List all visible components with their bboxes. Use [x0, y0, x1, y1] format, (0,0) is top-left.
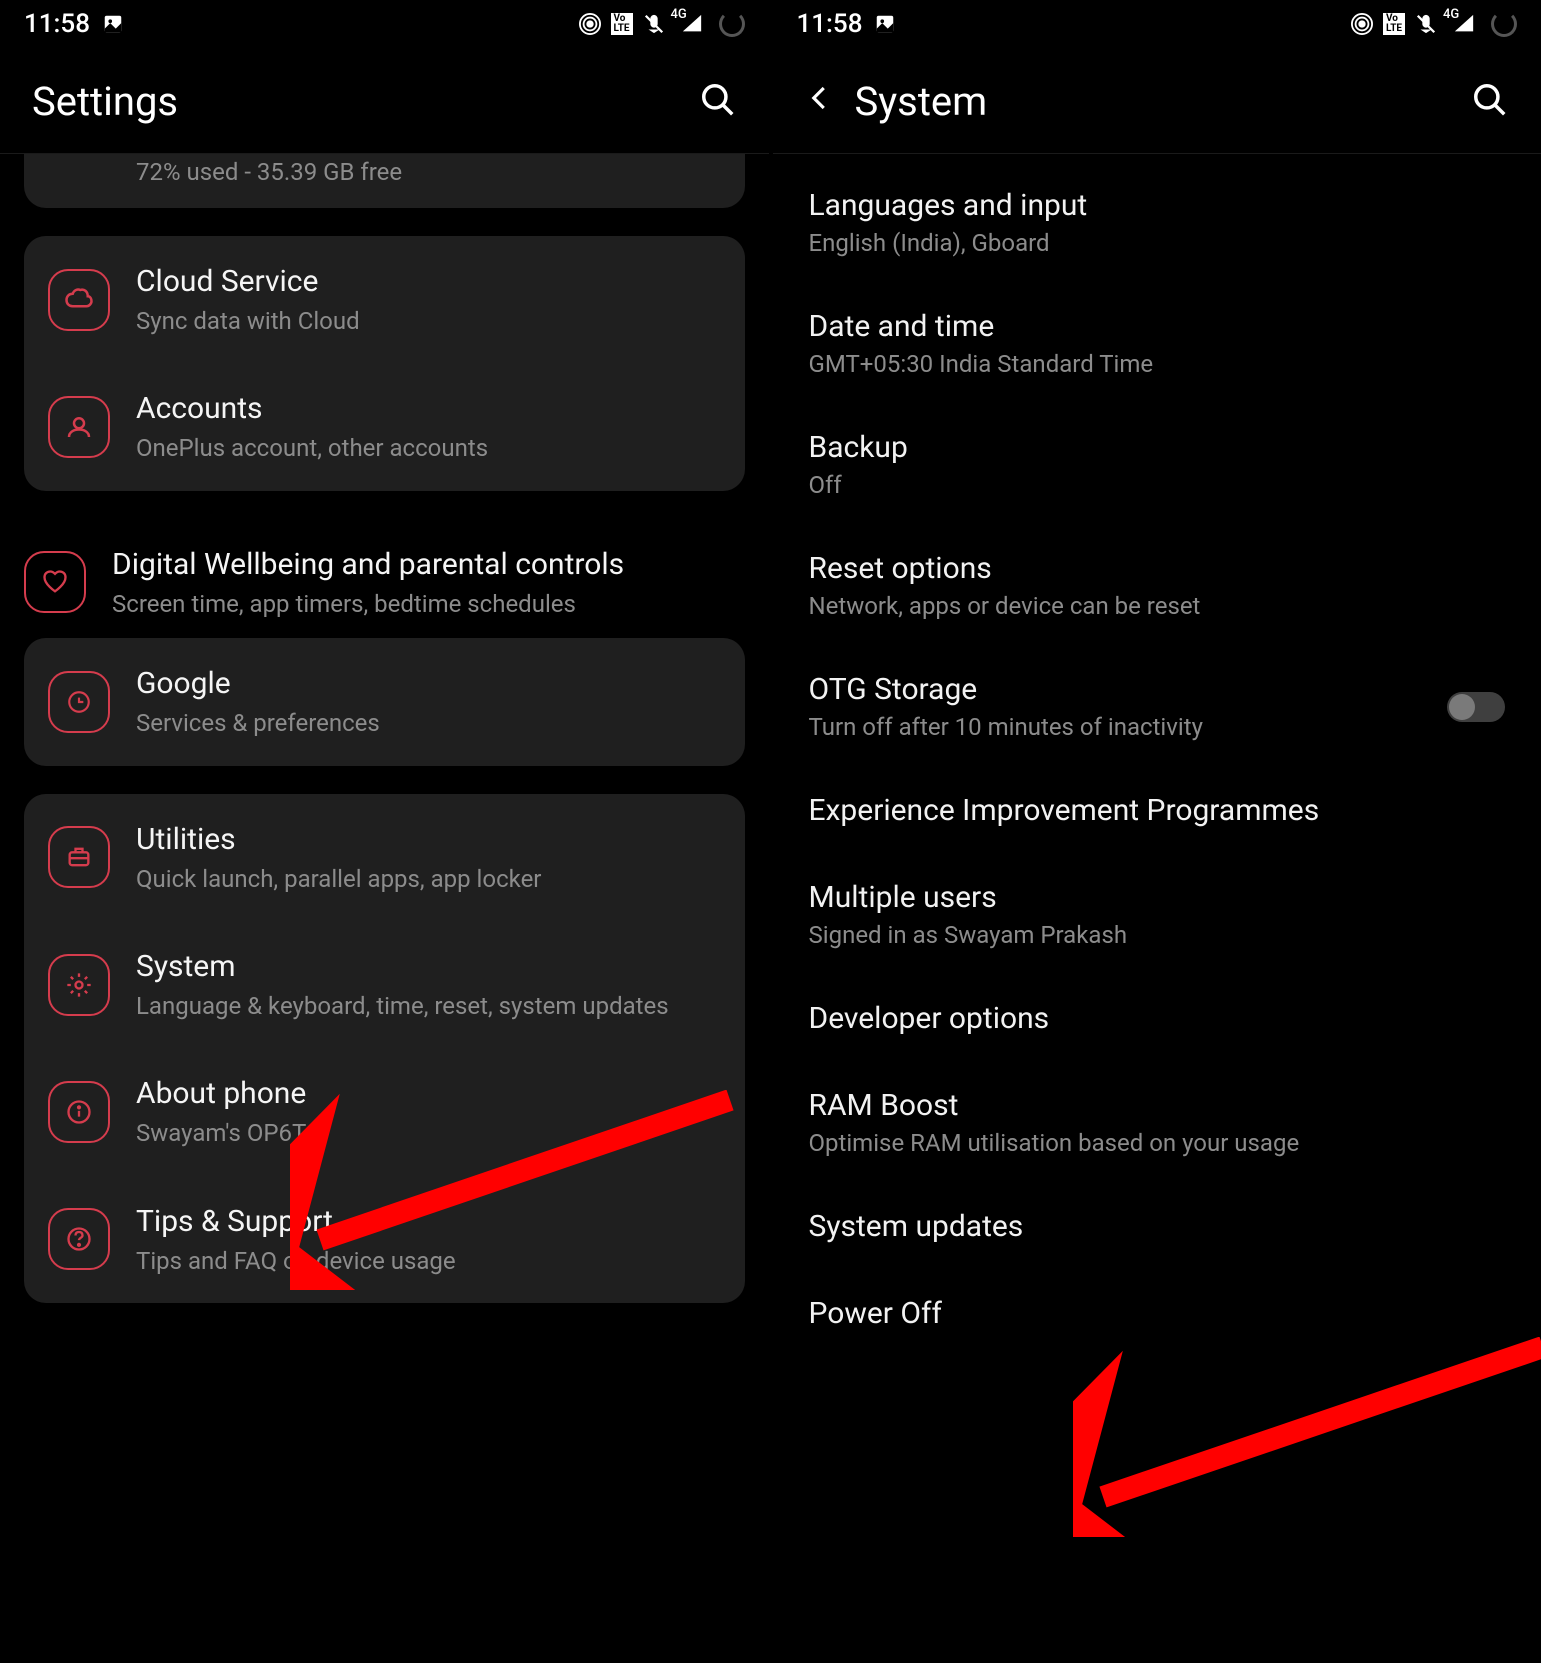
loading-spinner-icon	[719, 11, 745, 37]
users-title: Multiple users	[809, 880, 1486, 915]
google-group: Google Services & preferences	[24, 638, 745, 765]
volte-icon: VoLTE	[1383, 13, 1405, 35]
backup-title: Backup	[809, 430, 1486, 465]
settings-header: Settings	[0, 48, 769, 154]
power-off-item[interactable]: Power Off	[773, 1270, 1541, 1357]
toolbox-icon	[48, 826, 110, 888]
heart-icon	[24, 551, 86, 613]
google-title: Google	[136, 664, 721, 703]
gear-icon	[48, 954, 110, 1016]
lang-sub: English (India), Gboard	[809, 229, 1486, 257]
image-icon	[874, 13, 896, 35]
status-time: 11:58	[797, 9, 863, 39]
system-title: System	[136, 947, 721, 986]
hotspot-icon	[579, 13, 601, 35]
hotspot-icon	[1351, 13, 1373, 35]
multiple-users-item[interactable]: Multiple users Signed in as Swayam Praka…	[773, 854, 1541, 975]
tips-support-item[interactable]: Tips & Support Tips and FAQ on device us…	[24, 1176, 745, 1303]
mute-icon	[1415, 13, 1437, 35]
updates-title: System updates	[809, 1209, 1486, 1244]
system-header: System	[773, 48, 1541, 154]
system-updates-item[interactable]: System updates	[773, 1183, 1541, 1270]
volte-icon: VoLTE	[611, 13, 633, 35]
mute-icon	[643, 13, 665, 35]
tips-title: Tips & Support	[136, 1202, 721, 1241]
status-time: 11:58	[24, 9, 90, 39]
utilities-title: Utilities	[136, 820, 721, 859]
system-group: Utilities Quick launch, parallel apps, a…	[24, 794, 745, 1304]
back-button[interactable]	[805, 83, 835, 120]
google-sub: Services & preferences	[136, 707, 721, 739]
phone-system: 11:58 VoLTE 4G System	[773, 0, 1541, 1663]
cloud-title: Cloud Service	[136, 262, 721, 301]
digital-wellbeing-item[interactable]: Digital Wellbeing and parental controls …	[24, 519, 745, 646]
otg-sub: Turn off after 10 minutes of inactivity	[809, 713, 1428, 741]
developer-options-item[interactable]: Developer options	[773, 975, 1541, 1062]
cloud-service-item[interactable]: Cloud Service Sync data with Cloud	[24, 236, 745, 363]
loading-spinner-icon	[1491, 11, 1517, 37]
search-button[interactable]	[1471, 81, 1509, 123]
cloud-icon	[48, 269, 110, 331]
page-title: System	[855, 78, 988, 125]
google-item[interactable]: Google Services & preferences	[24, 638, 745, 765]
reset-options-item[interactable]: Reset options Network, apps or device ca…	[773, 525, 1541, 646]
accounts-sub: OnePlus account, other accounts	[136, 432, 721, 464]
signal-icon: 4G	[675, 13, 709, 35]
otg-storage-item[interactable]: OTG Storage Turn off after 10 minutes of…	[773, 646, 1541, 767]
power-title: Power Off	[809, 1296, 1486, 1331]
utilities-sub: Quick launch, parallel apps, app locker	[136, 863, 721, 895]
tips-sub: Tips and FAQ on device usage	[136, 1245, 721, 1277]
date-time-item[interactable]: Date and time GMT+05:30 India Standard T…	[773, 283, 1541, 404]
image-icon	[102, 13, 124, 35]
storage-card-partial[interactable]: 72% used - 35.39 GB free	[24, 154, 745, 208]
about-sub: Swayam's OP6T	[136, 1117, 721, 1149]
google-icon	[48, 671, 110, 733]
reset-title: Reset options	[809, 551, 1486, 586]
otg-title: OTG Storage	[809, 672, 1428, 707]
users-sub: Signed in as Swayam Prakash	[809, 921, 1486, 949]
help-icon	[48, 1208, 110, 1270]
utilities-item[interactable]: Utilities Quick launch, parallel apps, a…	[24, 794, 745, 921]
storage-subtitle: 72% used - 35.39 GB free	[24, 154, 745, 208]
system-item[interactable]: System Language & keyboard, time, reset,…	[24, 921, 745, 1048]
info-icon	[48, 1081, 110, 1143]
accounts-group: Cloud Service Sync data with Cloud Accou…	[24, 236, 745, 491]
accounts-title: Accounts	[136, 389, 721, 428]
about-phone-item[interactable]: About phone Swayam's OP6T	[24, 1048, 745, 1175]
signal-icon: 4G	[1447, 13, 1481, 35]
page-title: Settings	[32, 78, 178, 125]
languages-input-item[interactable]: Languages and input English (India), Gbo…	[773, 162, 1541, 283]
status-bar: 11:58 VoLTE 4G	[773, 0, 1541, 48]
backup-sub: Off	[809, 471, 1486, 499]
system-sub: Language & keyboard, time, reset, system…	[136, 990, 721, 1022]
cloud-sub: Sync data with Cloud	[136, 305, 721, 337]
experience-programmes-item[interactable]: Experience Improvement Programmes	[773, 767, 1541, 854]
exp-title: Experience Improvement Programmes	[809, 793, 1486, 828]
accounts-icon	[48, 396, 110, 458]
wellbeing-title: Digital Wellbeing and parental controls	[112, 545, 745, 584]
phone-settings: 11:58 VoLTE 4G Settings	[0, 0, 773, 1663]
backup-item[interactable]: Backup Off	[773, 404, 1541, 525]
ram-sub: Optimise RAM utilisation based on your u…	[809, 1129, 1486, 1157]
wellbeing-group: Digital Wellbeing and parental controls …	[24, 519, 745, 656]
wellbeing-sub: Screen time, app timers, bedtime schedul…	[112, 588, 745, 620]
dev-title: Developer options	[809, 1001, 1486, 1036]
ram-title: RAM Boost	[809, 1088, 1486, 1123]
date-sub: GMT+05:30 India Standard Time	[809, 350, 1486, 378]
search-button[interactable]	[699, 81, 737, 123]
about-title: About phone	[136, 1074, 721, 1113]
status-bar: 11:58 VoLTE 4G	[0, 0, 769, 48]
otg-toggle[interactable]	[1447, 692, 1505, 722]
reset-sub: Network, apps or device can be reset	[809, 592, 1486, 620]
lang-title: Languages and input	[809, 188, 1486, 223]
ram-boost-item[interactable]: RAM Boost Optimise RAM utilisation based…	[773, 1062, 1541, 1183]
accounts-item[interactable]: Accounts OnePlus account, other accounts	[24, 363, 745, 490]
date-title: Date and time	[809, 309, 1486, 344]
